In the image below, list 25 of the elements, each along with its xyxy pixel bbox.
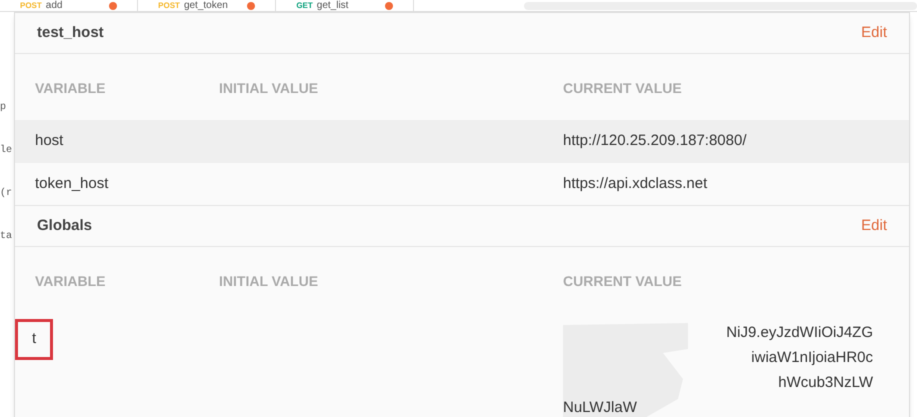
code-fragment: (r xyxy=(0,186,14,201)
section-title: test_host xyxy=(37,22,104,43)
variable-row[interactable]: t NiJ9.eyJzdWIiOiJ4ZG iwiaW1nIjoiaHR0c hWcub3NzLW NuLWJlaW xyxy=(15,313,909,417)
current-value: http://120.25.209.187:8080/ xyxy=(563,132,746,149)
current-value: https://api.xdclass.net xyxy=(563,174,708,192)
column-header: INITIAL VALUE xyxy=(219,272,320,290)
code-fragment: ta xyxy=(0,230,14,244)
current-value: hWcub3NzLW xyxy=(778,373,873,393)
current-value: NuLWJlaW xyxy=(563,398,637,417)
column-header: VARIABLE xyxy=(34,78,107,98)
column-header: VARIABLE xyxy=(34,272,107,290)
variable-name: host xyxy=(35,131,64,151)
variable-name: t xyxy=(15,319,54,360)
column-header: CURRENT VALUE xyxy=(563,272,682,290)
variable-name: token_host xyxy=(35,174,108,194)
current-value: iwiaW1nIjoiaHR0c xyxy=(751,348,873,368)
code-fragment: le xyxy=(0,144,14,158)
variable-row[interactable]: token_host https://api.xdclass.net xyxy=(15,162,909,205)
column-header: CURRENT VALUE xyxy=(563,78,682,98)
section-title: Globals xyxy=(37,216,92,236)
variable-row[interactable]: host http://120.25.209.187:8080/ xyxy=(15,120,909,162)
search-bar[interactable] xyxy=(524,2,917,10)
code-fragment: p xyxy=(0,101,8,115)
column-header: INITIAL VALUE xyxy=(219,78,320,98)
current-value: NiJ9.eyJzdWIiOiJ4ZG xyxy=(726,323,873,343)
